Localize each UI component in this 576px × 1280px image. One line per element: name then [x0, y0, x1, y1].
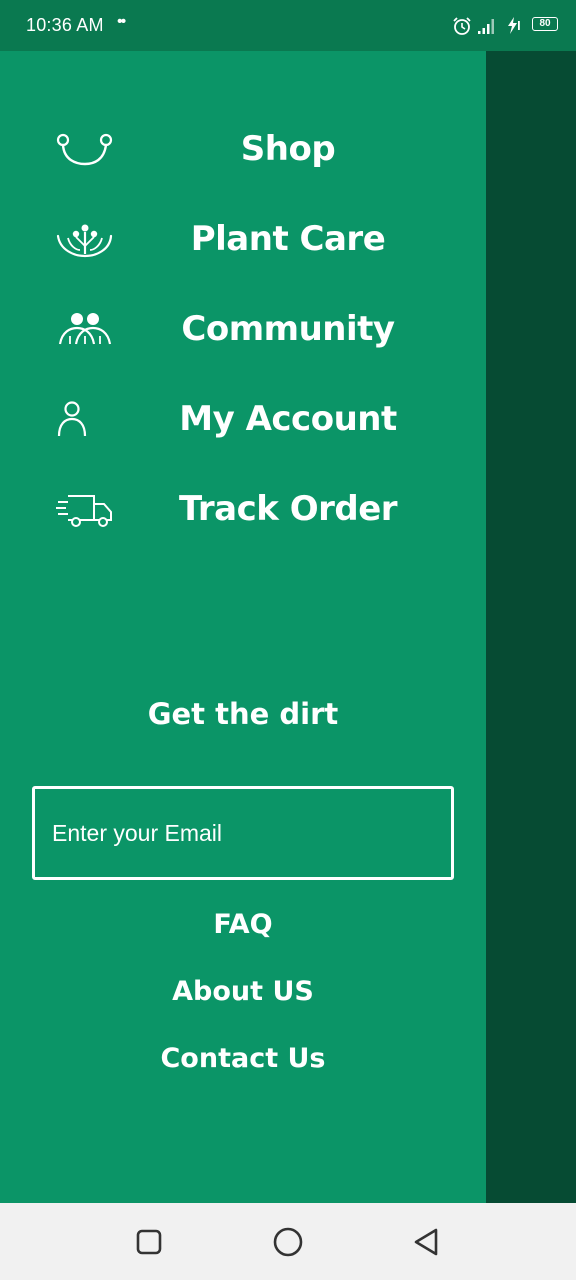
signal-icon [478, 19, 494, 34]
email-input[interactable] [32, 786, 454, 880]
recents-button[interactable] [132, 1225, 166, 1259]
charging-icon [508, 17, 520, 34]
menu-item-label: Community [181, 309, 395, 349]
menu-item-label: Shop [240, 129, 336, 169]
battery-icon: 80 [532, 17, 558, 31]
about-us-link[interactable]: About US [0, 976, 486, 1007]
community-icon [54, 310, 116, 350]
menu-item-label: My Account [179, 399, 397, 439]
status-bar: 10:36 AM •• 80 [0, 0, 576, 51]
home-icon [273, 1227, 303, 1257]
truck-icon [54, 490, 116, 530]
menu-item-my-account[interactable]: My Account [0, 383, 486, 453]
alarm-icon [453, 17, 471, 35]
menu-item-label: Plant Care [190, 219, 386, 259]
notification-dots: •• [117, 13, 126, 30]
navigation-drawer: Shop Plant Care Community My Account Tra… [0, 51, 486, 1203]
recents-icon [136, 1229, 162, 1255]
account-icon [54, 400, 116, 440]
system-navigation-bar [0, 1203, 576, 1280]
faq-link[interactable]: FAQ [0, 909, 486, 940]
back-icon [414, 1228, 438, 1256]
home-button[interactable] [271, 1225, 305, 1259]
drawer-scrim[interactable] [486, 51, 576, 1203]
plant-care-icon [54, 220, 116, 260]
back-button[interactable] [410, 1225, 444, 1259]
menu-item-shop[interactable]: Shop [0, 113, 486, 183]
contact-us-link[interactable]: Contact Us [0, 1043, 486, 1074]
menu-item-plant-care[interactable]: Plant Care [0, 203, 486, 273]
shop-icon [54, 130, 116, 170]
newsletter-title: Get the dirt [147, 697, 339, 731]
menu-item-label: Track Order [178, 489, 398, 529]
menu-item-track-order[interactable]: Track Order [0, 473, 486, 543]
status-time: 10:36 AM [26, 15, 104, 35]
menu-item-community[interactable]: Community [0, 293, 486, 363]
status-icons: 80 [448, 14, 558, 36]
